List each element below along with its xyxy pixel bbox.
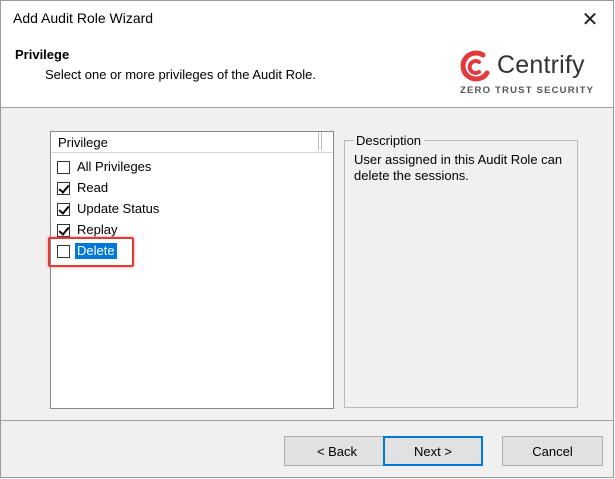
cancel-button[interactable]: Cancel [502,436,603,466]
centrify-logo: Centrify ZERO TRUST SECURITY [457,49,597,101]
centrify-logo-mark-icon [460,50,490,82]
logo-tagline: ZERO TRUST SECURITY [460,85,595,96]
privilege-item-replay[interactable]: Replay [57,220,119,240]
close-button[interactable]: ✕ [567,1,613,37]
page-title: Privilege [15,47,70,62]
logo-wordmark: Centrify [497,51,585,79]
window-title: Add Audit Role Wizard [13,10,154,26]
checkbox[interactable] [57,223,70,237]
description-text: User assigned in this Audit Role can del… [354,152,563,183]
privilege-item-update-status[interactable]: Update Status [57,199,161,219]
privilege-item-label: Read [77,180,109,195]
privilege-item-delete[interactable]: Delete [57,241,117,261]
close-icon: ✕ [581,8,599,31]
page-subtitle: Select one or more privileges of the Aud… [45,67,316,82]
privilege-item-label: Replay [77,222,118,237]
column-header-privilege[interactable]: Privilege [51,132,319,151]
checkbox[interactable] [57,181,70,195]
privilege-list[interactable]: Privilege All Privileges Read Update Sta… [50,131,334,409]
wizard-window: Add Audit Role Wizard ✕ Privilege Select… [0,0,614,478]
column-header-spacer [319,132,322,151]
wizard-header: Privilege Select one or more privileges … [1,37,613,108]
title-bar: Add Audit Role Wizard ✕ [1,1,613,37]
privilege-item-label: Delete [75,243,117,259]
back-button[interactable]: < Back [284,436,390,466]
next-button[interactable]: Next > [383,436,483,466]
privilege-item-label: All Privileges [77,159,152,174]
checkbox[interactable] [57,160,70,174]
privilege-item-read[interactable]: Read [57,178,110,198]
privilege-item-all-privileges[interactable]: All Privileges [57,157,153,177]
checkbox[interactable] [57,244,70,258]
privilege-list-header: Privilege [51,132,333,153]
footer-divider [1,420,613,421]
description-legend: Description [354,133,425,148]
privilege-item-label: Update Status [77,201,160,216]
checkbox[interactable] [57,202,70,216]
